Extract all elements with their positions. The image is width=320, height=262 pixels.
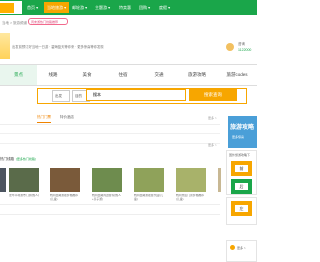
sidebar-box-bottom: 更多 > <box>226 240 257 262</box>
nav-item-theme[interactable]: 主题游 ▾ <box>92 2 113 13</box>
sub-bar: 当地 > 旅游频道 周末游热门线路推荐 <box>0 15 257 34</box>
search-button[interactable]: 搜索查询 <box>189 89 237 101</box>
site-logo[interactable] <box>0 1 22 14</box>
nav-item-local-travel[interactable]: 当地旅游 ▾ <box>44 2 70 13</box>
thumbnail-caption[interactable]: 杭州西湖游船游乐园(儿童) <box>134 194 164 202</box>
guide-box-title: 国外旅游攻略下 <box>229 153 251 157</box>
category-bar: 景点 线路 美食 住宿 交通 旅游攻略 旅游codes <box>0 64 257 86</box>
section-more-link[interactable]: [更多热门线路] <box>16 157 36 161</box>
divider <box>0 127 220 134</box>
contact-label: 咨询 <box>238 42 245 46</box>
thumbnail[interactable] <box>92 168 122 192</box>
thumbnail-caption[interactable]: 龙华平利游市门票(成人) <box>9 194 39 202</box>
intro-text: 出发前预订好当地一日游 · 碧海蓝天等你来 · 更多惊喜等你发现 <box>12 45 104 49</box>
promo-badge[interactable]: 周末游热门线路推荐 <box>28 18 68 25</box>
divider <box>0 137 220 144</box>
category-guide[interactable]: 旅游攻略 <box>177 65 217 85</box>
nav-item-home[interactable]: 首页 ▾ <box>24 2 41 13</box>
ad-subtitle: 更多惊喜 <box>232 135 245 139</box>
info-icon <box>230 245 235 250</box>
tab-hot-tickets[interactable]: 热门门票 <box>37 112 51 123</box>
category-transport[interactable]: 交通 <box>141 65 177 85</box>
guide-book-icon[interactable]: 后 <box>231 179 252 194</box>
thumbnail-caption[interactable]: 杭州西湖周边游玩(成人+亲子游) <box>92 194 122 202</box>
search-input[interactable] <box>86 89 186 101</box>
thumbnail[interactable] <box>9 168 39 192</box>
thumbnail-caption[interactable]: 杭州西湖游船价格推荐(儿童) <box>50 194 80 202</box>
divider <box>0 214 220 215</box>
section-title: 热门线路 <box>0 157 14 161</box>
guide-download-box-2: 左 <box>226 197 257 225</box>
category-more[interactable]: 旅游codes <box>217 65 257 85</box>
guide-book-icon[interactable]: 左 <box>231 201 252 216</box>
intro-banner: 出发前预订好当地一日游 · 碧海蓝天等你来 · 更多惊喜等你发现 咨询 1122… <box>0 33 257 63</box>
top-navigation-bar: 首页 ▾ 当地旅游 ▾ 邮轮游 ▾ 主题游 ▾ 特卖惠 团购 ▾ 度假 ▾ <box>0 0 257 15</box>
intro-image <box>0 33 10 59</box>
tab-special-hotels[interactable]: 特价酒店 <box>60 112 74 122</box>
breadcrumb: 当地 > 旅游频道 <box>2 21 27 25</box>
promo-ad[interactable] <box>228 116 257 148</box>
avatar <box>226 43 234 51</box>
origin-select[interactable]: 出发 <box>52 90 70 102</box>
thumbnail[interactable] <box>218 168 221 192</box>
contact-number[interactable]: 1122000 <box>238 48 251 52</box>
divider <box>0 204 220 205</box>
guide-book-label: 后 <box>235 183 248 190</box>
thumbnail[interactable] <box>134 168 164 192</box>
more-link[interactable]: 更多 > <box>208 116 217 120</box>
nav-item-vacation[interactable]: 度假 ▾ <box>156 2 173 13</box>
nav-item-group[interactable]: 团购 ▾ <box>136 2 153 13</box>
guide-book-label: 左 <box>235 205 248 212</box>
category-food[interactable]: 美食 <box>69 65 105 85</box>
thumbnail[interactable] <box>176 168 206 192</box>
thumbnail-caption[interactable]: 杭州景区门票价格推荐(儿童) <box>176 194 206 202</box>
more-link[interactable]: 更多 > <box>208 143 217 147</box>
nav-item-sale[interactable]: 特卖惠 <box>116 2 134 13</box>
sidebar-more-link[interactable]: 更多 > <box>237 246 246 250</box>
ad-title: 旅游攻略 <box>230 125 255 131</box>
category-hotel[interactable]: 住宿 <box>105 65 141 85</box>
category-scenic[interactable]: 景点 <box>0 65 37 85</box>
category-routes[interactable]: 线路 <box>37 65 69 85</box>
guide-book-icon[interactable]: 前 <box>231 161 252 176</box>
nav-item-cruise[interactable]: 邮轮游 ▾ <box>69 2 90 13</box>
logo-mark-icon <box>0 3 14 13</box>
ticket-tabs: 热门门票 特价酒店 更多 > <box>0 110 220 125</box>
thumbnail[interactable] <box>0 168 6 192</box>
guide-book-label: 前 <box>235 165 248 172</box>
guide-download-box: 国外旅游攻略下 前 后 <box>226 150 257 195</box>
thumbnail[interactable] <box>50 168 80 192</box>
